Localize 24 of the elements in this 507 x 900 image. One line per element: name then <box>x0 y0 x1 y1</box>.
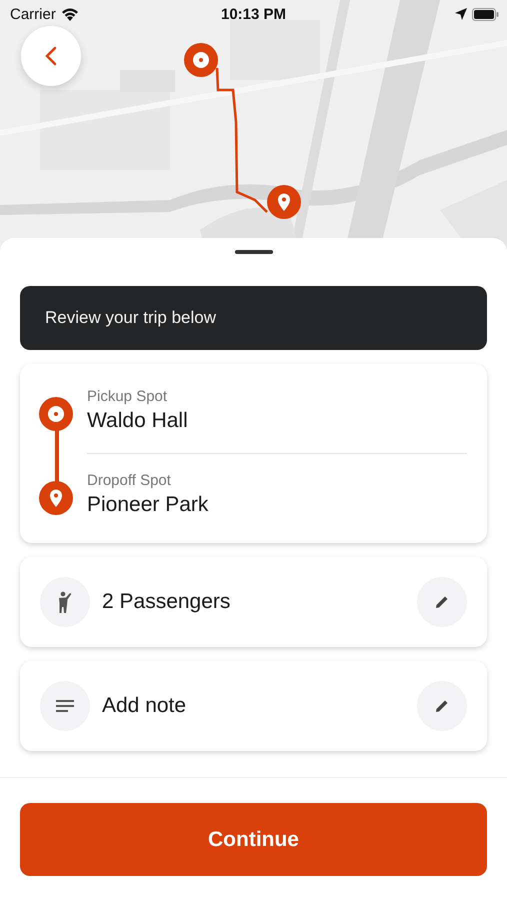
target-marker-icon <box>39 397 73 431</box>
pin-marker-icon <box>39 481 73 515</box>
location-arrow-icon <box>455 8 467 20</box>
back-chevron-icon <box>45 46 57 66</box>
battery-icon <box>472 8 499 20</box>
option-card[interactable]: 2 Passengers <box>20 557 487 647</box>
wifi-icon <box>60 8 79 20</box>
status-time: 10:13 PM <box>220 6 286 22</box>
edit-button[interactable] <box>417 681 467 731</box>
option-card[interactable]: Add note <box>20 661 487 751</box>
stop-label: Pickup Spot <box>87 388 168 405</box>
continue-button[interactable]: Continue <box>20 803 487 876</box>
option-text: Add note <box>102 694 188 718</box>
carrier-label: Carrier <box>10 6 56 22</box>
edit-button[interactable] <box>417 577 467 627</box>
pencil-icon <box>435 595 449 609</box>
pencil-icon <box>435 699 449 713</box>
review-banner: Review your trip below <box>20 286 487 350</box>
notes-icon <box>40 681 90 731</box>
option-text: 2 Passengers <box>102 590 232 614</box>
stop-label: Dropoff Spot <box>87 472 172 489</box>
stop-place: Pioneer Park <box>87 493 210 517</box>
stop-place: Waldo Hall <box>87 409 189 433</box>
person-icon <box>40 577 90 627</box>
